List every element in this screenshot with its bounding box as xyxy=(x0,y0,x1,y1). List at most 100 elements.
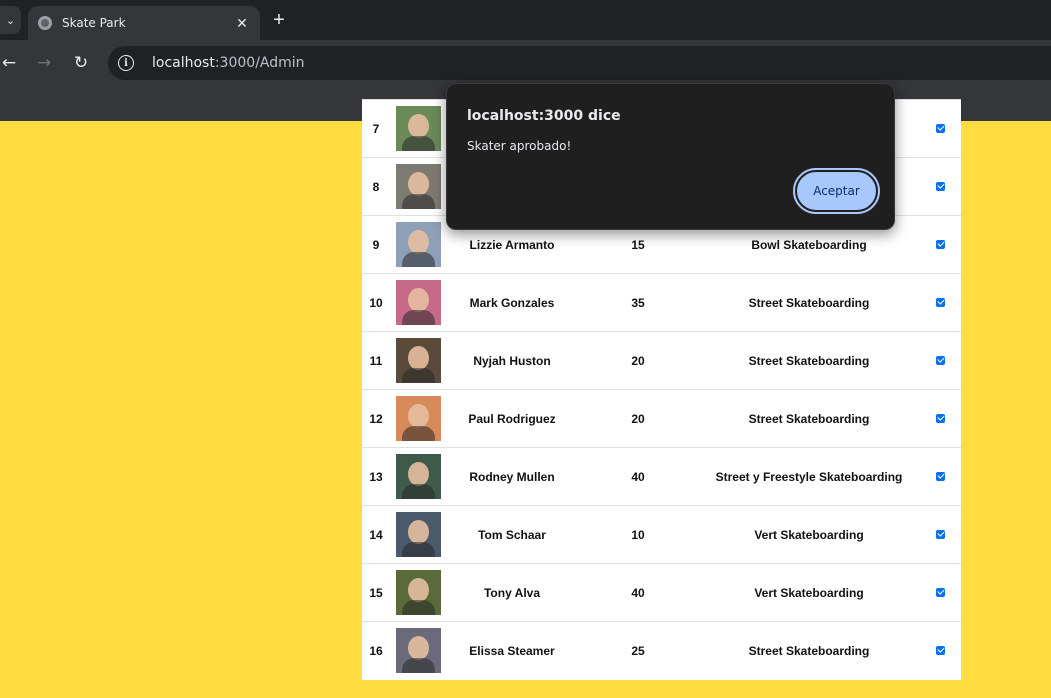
avatar-head xyxy=(407,172,429,196)
table-row: 13 Rodney Mullen 40 Street y Freestyle Skat… xyxy=(362,447,961,506)
skater-experience: 20 xyxy=(578,331,698,390)
tab-search-button[interactable]: ⌄ xyxy=(0,6,21,34)
avatar-body xyxy=(401,252,435,267)
skater-photo xyxy=(390,505,446,564)
skater-id: 14 xyxy=(362,505,390,564)
new-tab-button[interactable]: + xyxy=(268,8,290,32)
approved-checkbox[interactable] xyxy=(936,181,945,191)
reload-button[interactable]: ↻ xyxy=(68,50,94,76)
browser-toolbar: ← → ↻ i localhost:3000/Admin xyxy=(0,40,1051,86)
url-text[interactable]: localhost:3000/Admin xyxy=(152,55,305,71)
skater-approved xyxy=(920,621,961,680)
avatar-body xyxy=(401,658,435,674)
avatar-body xyxy=(401,136,435,151)
skater-experience: 40 xyxy=(578,563,698,622)
skater-id: 11 xyxy=(362,331,390,390)
skater-id: 10 xyxy=(362,273,390,332)
avatar-head xyxy=(407,578,429,602)
table-row: 14 Tom Schaar 10 Vert Skateboarding xyxy=(362,505,961,564)
table-row: 15 Tony Alva 40 Vert Skateboarding xyxy=(362,563,961,622)
skater-approved xyxy=(920,331,961,390)
skater-photo xyxy=(390,99,446,158)
skater-avatar xyxy=(395,454,441,499)
skater-approved xyxy=(920,273,961,332)
forward-button[interactable]: → xyxy=(31,50,57,76)
avatar-head xyxy=(407,346,429,370)
avatar-head xyxy=(407,404,429,428)
table-row: 10 Mark Gonzales 35 Street Skateboarding xyxy=(362,273,961,332)
skater-photo xyxy=(390,447,446,506)
avatar-body xyxy=(401,310,435,325)
approved-checkbox[interactable] xyxy=(936,355,945,365)
skater-avatar xyxy=(395,396,441,441)
dialog-message: Skater aprobado! xyxy=(467,139,572,153)
approved-checkbox[interactable] xyxy=(936,471,945,481)
tab-strip: ⌄ Skate Park ✕ + xyxy=(0,0,1051,40)
skater-photo xyxy=(390,331,446,390)
approved-checkbox[interactable] xyxy=(936,587,945,597)
skater-avatar xyxy=(395,628,441,674)
skater-id: 12 xyxy=(362,389,390,448)
url-host: localhost xyxy=(152,55,215,71)
skater-approved xyxy=(920,389,961,448)
skater-name: Elissa Steamer xyxy=(446,621,578,680)
skater-approved xyxy=(920,563,961,622)
skater-photo xyxy=(390,273,446,332)
avatar-body xyxy=(401,368,435,383)
approved-checkbox[interactable] xyxy=(936,645,945,655)
skater-avatar xyxy=(395,570,441,615)
back-button[interactable]: ← xyxy=(0,50,22,76)
skater-name: Nyjah Huston xyxy=(446,331,578,390)
avatar-head xyxy=(407,288,429,312)
avatar-body xyxy=(401,600,435,615)
address-bar[interactable]: i localhost:3000/Admin xyxy=(108,46,1051,80)
skater-specialty: Vert Skateboarding xyxy=(698,563,920,622)
approved-checkbox[interactable] xyxy=(936,123,945,133)
skater-photo xyxy=(390,563,446,622)
skater-approved xyxy=(920,157,961,216)
approved-checkbox[interactable] xyxy=(936,239,945,249)
skater-avatar xyxy=(395,164,441,209)
avatar-head xyxy=(407,462,429,486)
avatar-head xyxy=(407,230,429,254)
approved-checkbox[interactable] xyxy=(936,529,945,539)
skater-name: Tom Schaar xyxy=(446,505,578,564)
skater-specialty: Street Skateboarding xyxy=(698,621,920,680)
table-row: 16 Elissa Steamer 25 Street Skateboarding xyxy=(362,621,961,680)
skater-avatar xyxy=(395,512,441,557)
avatar-head xyxy=(407,520,429,544)
skater-name: Rodney Mullen xyxy=(446,447,578,506)
skater-avatar xyxy=(395,106,441,151)
skater-approved xyxy=(920,215,961,274)
table-row: 12 Paul Rodriguez 20 Street Skateboarding xyxy=(362,389,961,448)
avatar-body xyxy=(401,484,435,499)
skater-approved xyxy=(920,505,961,564)
site-info-icon[interactable]: i xyxy=(118,55,134,71)
skater-avatar xyxy=(395,222,441,267)
skater-id: 13 xyxy=(362,447,390,506)
avatar-body xyxy=(401,426,435,441)
skater-id: 15 xyxy=(362,563,390,622)
tab-title: Skate Park xyxy=(62,16,126,30)
chevron-down-icon: ⌄ xyxy=(5,14,16,27)
skater-photo xyxy=(390,389,446,448)
skater-approved xyxy=(920,99,961,158)
dialog-origin: localhost:3000 dice xyxy=(467,108,621,124)
skater-photo xyxy=(390,621,446,680)
skater-photo xyxy=(390,157,446,216)
skater-approved xyxy=(920,447,961,506)
approved-checkbox[interactable] xyxy=(936,297,945,307)
skater-id: 7 xyxy=(362,99,390,158)
table-row: 11 Nyjah Huston 20 Street Skateboarding xyxy=(362,331,961,390)
avatar-head xyxy=(407,114,429,138)
approved-checkbox[interactable] xyxy=(936,413,945,423)
alert-dialog: localhost:3000 dice Skater aprobado! Ace… xyxy=(446,83,895,230)
close-icon[interactable]: ✕ xyxy=(234,15,250,32)
skater-specialty: Vert Skateboarding xyxy=(698,505,920,564)
accept-button[interactable]: Aceptar xyxy=(793,168,880,214)
skater-specialty: Street Skateboarding xyxy=(698,389,920,448)
avatar-body xyxy=(401,194,435,209)
skater-experience: 25 xyxy=(578,621,698,680)
browser-tab[interactable]: Skate Park ✕ xyxy=(28,6,260,40)
skater-experience: 10 xyxy=(578,505,698,564)
